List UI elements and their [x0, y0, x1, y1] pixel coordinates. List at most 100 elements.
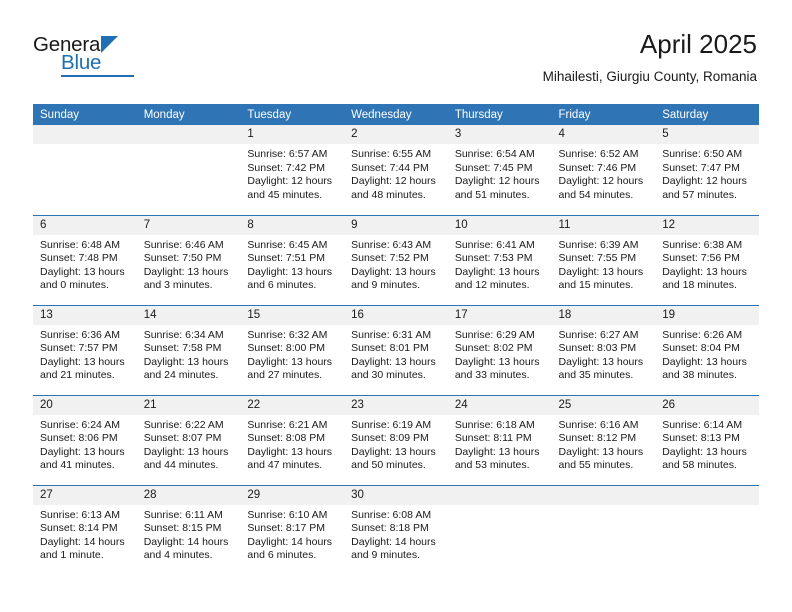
calendar-day-cell[interactable]: 17 Sunrise: 6:29 AM Sunset: 8:02 PM Dayligh… — [447, 304, 552, 395]
day-number — [655, 485, 759, 505]
day-number: 18 — [551, 305, 656, 325]
daylight-duration-line-1: Daylight: 13 hours — [454, 445, 540, 458]
day-sun-info: Sunrise: 6:21 AM Sunset: 8:08 PM Daylight:… — [240, 415, 344, 473]
calendar-day-cell[interactable]: 25 Sunrise: 6:16 AM Sunset: 8:12 PM Dayligh… — [551, 394, 656, 485]
calendar-day-cell[interactable]: 28 Sunrise: 6:11 AM Sunset: 8:15 PM Dayligh… — [136, 484, 241, 576]
daylight-duration-line-1: Daylight: 12 hours — [351, 175, 436, 188]
calendar-week-row: 6 Sunrise: 6:48 AM Sunset: 7:48 PM Daylight… — [33, 214, 759, 305]
sunset-time: Sunset: 8:12 PM — [558, 432, 637, 445]
calendar-day-cell[interactable]: 23 Sunrise: 6:19 AM Sunset: 8:09 PM Dayligh… — [344, 394, 448, 485]
calendar-day-cell[interactable]: 21 Sunrise: 6:22 AM Sunset: 8:07 PM Dayligh… — [136, 394, 241, 485]
weekday-header-wednesday: Wednesday — [344, 104, 448, 125]
daylight-duration-line-2: and 9 minutes. — [351, 279, 420, 292]
day-number: 6 — [33, 215, 137, 235]
day-sun-info: Sunrise: 6:57 AM Sunset: 7:42 PM Daylight:… — [240, 144, 344, 202]
calendar-day-cell[interactable]: 18 Sunrise: 6:27 AM Sunset: 8:03 PM Dayligh… — [551, 304, 656, 395]
day-sun-info: Sunrise: 6:14 AM Sunset: 8:13 PM Daylight:… — [655, 415, 759, 473]
calendar-day-cell[interactable]: 14 Sunrise: 6:34 AM Sunset: 7:58 PM Dayligh… — [136, 304, 241, 395]
calendar-week-row: 27 Sunrise: 6:13 AM Sunset: 8:14 PM Dayligh… — [33, 484, 759, 576]
calendar-day-cell[interactable]: 20 Sunrise: 6:24 AM Sunset: 8:06 PM Dayligh… — [33, 394, 137, 485]
daylight-duration-line-2: and 41 minutes. — [40, 459, 115, 472]
day-number: 2 — [344, 125, 448, 144]
sunrise-time: Sunrise: 6:57 AM — [247, 148, 328, 160]
calendar-day-cell[interactable]: 30 Sunrise: 6:08 AM Sunset: 8:18 PM Dayligh… — [344, 484, 448, 576]
calendar-day-cell[interactable]: 1 Sunrise: 6:57 AM Sunset: 7:42 PM Daylight… — [240, 125, 345, 215]
day-sun-info: Sunrise: 6:11 AM Sunset: 8:15 PM Daylight:… — [137, 505, 241, 563]
sunset-time: Sunset: 8:17 PM — [247, 522, 326, 535]
weekday-header-sunday: Sunday — [33, 104, 137, 125]
day-number — [33, 125, 137, 144]
sunset-time: Sunset: 7:44 PM — [351, 161, 429, 174]
sunrise-time: Sunrise: 6:26 AM — [662, 328, 743, 341]
daylight-duration-line-1: Daylight: 13 hours — [351, 265, 436, 278]
calendar-week-row: 13 Sunrise: 6:36 AM Sunset: 7:57 PM Dayligh… — [33, 304, 759, 395]
day-number: 8 — [240, 215, 345, 235]
day-cell-inner: 1 Sunrise: 6:57 AM Sunset: 7:42 PM Daylight… — [240, 125, 345, 215]
calendar-day-cell[interactable]: 3 Sunrise: 6:54 AM Sunset: 7:45 PM Daylight… — [447, 125, 552, 215]
calendar-day-cell[interactable]: 26 Sunrise: 6:14 AM Sunset: 8:13 PM Dayligh… — [655, 394, 759, 485]
day-cell-inner: 8 Sunrise: 6:45 AM Sunset: 7:51 PM Daylight… — [240, 215, 345, 305]
day-cell-inner: 30 Sunrise: 6:08 AM Sunset: 8:18 PM Dayligh… — [344, 485, 448, 576]
day-number: 24 — [447, 395, 552, 415]
calendar-day-cell[interactable]: 12 Sunrise: 6:38 AM Sunset: 7:56 PM Dayligh… — [655, 214, 759, 305]
day-cell-inner: 6 Sunrise: 6:48 AM Sunset: 7:48 PM Daylight… — [33, 215, 137, 305]
calendar-day-cell[interactable]: 8 Sunrise: 6:45 AM Sunset: 7:51 PM Daylight… — [240, 214, 345, 305]
calendar-day-cell-empty — [33, 125, 137, 215]
day-number: 14 — [136, 305, 241, 325]
daylight-duration-line-2: and 6 minutes. — [247, 549, 317, 562]
calendar-day-cell[interactable]: 4 Sunrise: 6:52 AM Sunset: 7:46 PM Daylight… — [551, 125, 656, 215]
calendar-header-row-group: Sunday Monday Tuesday Wednesday Thursday… — [33, 104, 759, 125]
day-cell-inner — [447, 485, 552, 576]
calendar-day-cell[interactable]: 22 Sunrise: 6:21 AM Sunset: 8:08 PM Dayligh… — [240, 394, 345, 485]
calendar-day-cell[interactable]: 15 Sunrise: 6:32 AM Sunset: 8:00 PM Dayligh… — [240, 304, 345, 395]
logo-text-blue: Blue — [61, 51, 102, 74]
daylight-duration-line-2: and 18 minutes. — [662, 279, 737, 292]
calendar-day-cell[interactable]: 13 Sunrise: 6:36 AM Sunset: 7:57 PM Dayligh… — [33, 304, 137, 395]
daylight-duration-line-2: and 38 minutes. — [662, 369, 737, 382]
calendar-day-cell[interactable]: 16 Sunrise: 6:31 AM Sunset: 8:01 PM Dayligh… — [344, 304, 448, 395]
day-number — [447, 485, 552, 505]
calendar-day-cell[interactable]: 11 Sunrise: 6:39 AM Sunset: 7:55 PM Dayligh… — [551, 214, 656, 305]
weekday-header-tuesday: Tuesday — [240, 104, 345, 125]
calendar-day-cell-empty — [551, 484, 656, 575]
daylight-duration-line-1: Daylight: 13 hours — [40, 445, 125, 458]
day-cell-inner: 13 Sunrise: 6:36 AM Sunset: 7:57 PM Dayligh… — [33, 305, 137, 395]
day-number: 5 — [655, 125, 759, 144]
calendar-day-cell[interactable]: 24 Sunrise: 6:18 AM Sunset: 8:11 PM Dayligh… — [447, 394, 552, 485]
day-number: 16 — [344, 305, 448, 325]
day-cell-inner: 2 Sunrise: 6:55 AM Sunset: 7:44 PM Daylight… — [344, 125, 448, 215]
calendar-day-cell[interactable]: 19 Sunrise: 6:26 AM Sunset: 8:04 PM Dayligh… — [655, 304, 759, 395]
day-number: 27 — [33, 485, 137, 505]
sunrise-time: Sunrise: 6:22 AM — [143, 418, 224, 431]
calendar-day-cell[interactable]: 5 Sunrise: 6:50 AM Sunset: 7:47 PM Daylight… — [655, 125, 759, 215]
day-sun-info: Sunrise: 6:41 AM Sunset: 7:53 PM Daylight:… — [448, 235, 552, 293]
daylight-duration-line-2: and 45 minutes. — [247, 188, 323, 201]
daylight-duration-line-2: and 48 minutes. — [351, 188, 426, 201]
day-cell-inner: 28 Sunrise: 6:11 AM Sunset: 8:15 PM Dayligh… — [136, 485, 241, 576]
day-cell-inner: 15 Sunrise: 6:32 AM Sunset: 8:00 PM Dayligh… — [240, 305, 345, 395]
calendar-day-cell[interactable]: 29 Sunrise: 6:10 AM Sunset: 8:17 PM Dayligh… — [240, 484, 345, 575]
page-title: April 2025 — [639, 29, 757, 59]
sunrise-time: Sunrise: 6:19 AM — [351, 418, 432, 431]
day-cell-inner: 20 Sunrise: 6:24 AM Sunset: 8:06 PM Dayligh… — [33, 395, 137, 485]
daylight-duration-line-1: Daylight: 13 hours — [247, 355, 333, 368]
calendar-day-cell[interactable]: 27 Sunrise: 6:13 AM Sunset: 8:14 PM Dayligh… — [33, 484, 137, 575]
day-number: 19 — [655, 305, 759, 325]
day-cell-inner: 12 Sunrise: 6:38 AM Sunset: 7:56 PM Dayligh… — [655, 215, 759, 305]
day-sun-info: Sunrise: 6:39 AM Sunset: 7:55 PM Daylight:… — [552, 235, 656, 293]
day-sun-info: Sunrise: 6:32 AM Sunset: 8:00 PM Daylight:… — [240, 325, 344, 383]
day-cell-inner: 24 Sunrise: 6:18 AM Sunset: 8:11 PM Dayligh… — [447, 395, 552, 485]
calendar-day-cell[interactable]: 10 Sunrise: 6:41 AM Sunset: 7:53 PM Dayligh… — [447, 214, 552, 305]
calendar-day-cell[interactable]: 9 Sunrise: 6:43 AM Sunset: 7:52 PM Daylight… — [344, 214, 448, 305]
daylight-duration-line-1: Daylight: 13 hours — [454, 355, 540, 368]
calendar-day-cell[interactable]: 6 Sunrise: 6:48 AM Sunset: 7:48 PM Daylight… — [33, 214, 137, 305]
sunrise-time: Sunrise: 6:36 AM — [40, 328, 120, 341]
day-sun-info: Sunrise: 6:31 AM Sunset: 8:01 PM Daylight:… — [344, 325, 448, 383]
sunrise-time: Sunrise: 6:34 AM — [143, 328, 224, 341]
sunrise-time: Sunrise: 6:43 AM — [351, 238, 432, 251]
calendar-day-cell[interactable]: 2 Sunrise: 6:55 AM Sunset: 7:44 PM Daylight… — [344, 125, 448, 215]
daylight-duration-line-1: Daylight: 13 hours — [40, 355, 125, 368]
daylight-duration-line-2: and 21 minutes. — [40, 369, 115, 382]
calendar-day-cell[interactable]: 7 Sunrise: 6:46 AM Sunset: 7:50 PM Daylight… — [136, 214, 241, 305]
day-number: 28 — [136, 485, 241, 505]
